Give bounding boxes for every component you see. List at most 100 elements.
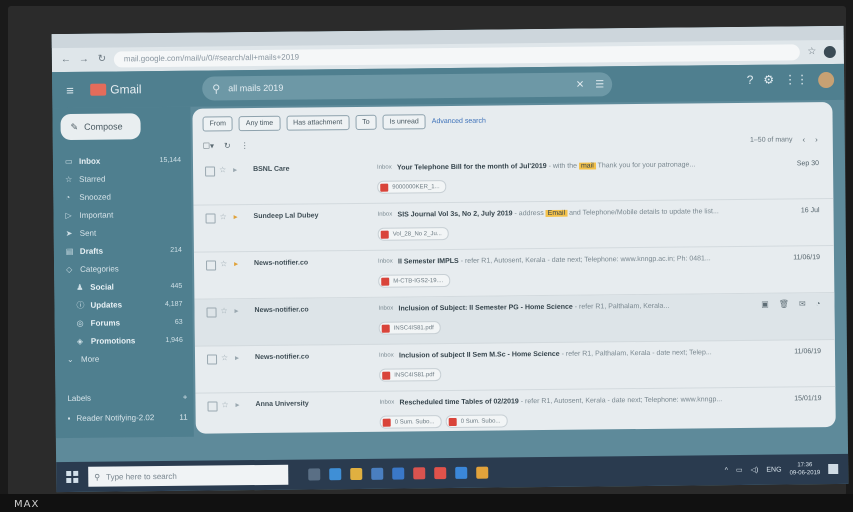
important-marker-icon[interactable]: ▸ — [233, 165, 237, 174]
back-icon[interactable]: ← — [60, 54, 72, 66]
refresh-icon[interactable]: ↻ — [224, 141, 231, 150]
archive-icon[interactable]: ▣ — [761, 300, 769, 309]
important-marker-icon[interactable]: ▸ — [233, 212, 237, 221]
attachment-chip[interactable]: 9000000KER_1... — [377, 180, 447, 194]
sidebar-item-categories[interactable]: ◇ Categories — [54, 259, 192, 278]
volume-icon[interactable]: ◁) — [751, 466, 759, 474]
search-input[interactable] — [226, 79, 531, 95]
help-icon[interactable]: ? — [747, 73, 754, 89]
task-view-icon[interactable] — [308, 468, 321, 481]
chip-from[interactable]: From — [202, 116, 233, 132]
mail-row[interactable]: ☆ ▸ News-notifier.co Inbox II Semester IMPLS… — [193, 245, 835, 300]
notification-icon[interactable] — [828, 463, 839, 475]
sidebar-item-inbox[interactable]: ▭ Inbox 15,144 — [53, 151, 191, 170]
search-options-icon[interactable]: ☰ — [595, 79, 604, 90]
next-page-icon[interactable]: › — [815, 135, 818, 144]
mail-row[interactable]: ☆ ▸ News-notifier.co Inbox Inclusion of subj… — [194, 339, 836, 394]
snooze-icon[interactable]: ◔ — [816, 299, 821, 308]
attachment-name: 9000000KER_1... — [392, 183, 440, 191]
shield-app-icon[interactable] — [434, 467, 447, 480]
taskbar-search[interactable]: ⚲ Type here to search — [88, 464, 289, 487]
file-explorer-icon[interactable] — [350, 467, 363, 481]
address-bar[interactable]: mail.google.com/mail/u/0/#search/all+mai… — [113, 44, 800, 68]
mail-row[interactable]: ☆ ▸ BSNL Care Inbox Your Telephone Bill for … — [192, 151, 834, 206]
row-checkbox[interactable] — [205, 213, 216, 224]
language-indicator[interactable]: ENG — [766, 466, 781, 473]
chip-has-attachment[interactable]: Has attachment — [286, 115, 350, 131]
prev-page-icon[interactable]: ‹ — [802, 135, 805, 144]
mail-row[interactable]: ☆ ▸ Anna University Inbox Rescheduled time T… — [195, 386, 836, 434]
taskbar-search-placeholder: Type here to search — [106, 471, 177, 482]
row-checkbox[interactable] — [205, 166, 216, 177]
sidebar-item-sent[interactable]: ➤ Sent — [54, 223, 192, 242]
chip-any-time[interactable]: Any time — [238, 115, 281, 132]
pdf-icon — [380, 183, 389, 192]
row-checkbox[interactable] — [206, 260, 217, 271]
chrome-2-icon[interactable] — [476, 466, 489, 479]
attachment-chip[interactable]: INSC4IS81.pdf — [379, 368, 442, 382]
add-label-icon[interactable]: + — [183, 393, 188, 402]
star-icon[interactable]: ☆ — [221, 400, 228, 409]
sidebar-item-starred[interactable]: ☆ Starred — [53, 169, 191, 188]
attachment-chip[interactable]: M-CTB-IGS2-19.... — [378, 273, 451, 288]
sidebar-item-more[interactable]: ⌄ More — [55, 349, 193, 368]
attachment-chip[interactable]: 0 Sum. Subo... — [445, 414, 508, 429]
star-icon[interactable]: ☆ — [220, 259, 227, 268]
attachment-chip[interactable]: INSC4IS81.pdf — [378, 321, 441, 335]
more-options-icon[interactable]: ⋮ — [241, 141, 249, 150]
delete-icon[interactable]: 🗑 — [779, 299, 789, 308]
row-checkbox[interactable] — [207, 401, 218, 412]
apps-grid-icon[interactable]: ⋮⋮ — [784, 72, 808, 88]
sidebar-item-updates[interactable]: ⓘ Updates 4,187 — [54, 295, 192, 314]
mail-app-icon[interactable] — [392, 467, 405, 480]
sidebar-item-important[interactable]: ▷ Important — [53, 205, 191, 224]
network-icon[interactable]: ▭ — [736, 466, 743, 474]
settings-gear-icon[interactable]: ⚙ — [763, 73, 774, 89]
sidebar-item-drafts[interactable]: ▤ Drafts 214 — [54, 241, 192, 260]
sidebar-label-item[interactable]: ▪ Reader Notifying-2.02 11 — [68, 413, 188, 423]
star-icon[interactable]: ☆ — [219, 165, 226, 174]
store-icon[interactable] — [371, 467, 384, 480]
mail-row[interactable]: ☆ ▸ Sundeep Lal Dubey Inbox SIS Journal Vol … — [193, 198, 834, 253]
mark-read-icon[interactable]: ✉ — [799, 299, 806, 308]
mail-snippet: - refer R1, Palthalam, Kerala... — [572, 302, 670, 311]
star-icon[interactable]: ☆ — [220, 306, 227, 315]
profile-icon[interactable] — [823, 45, 836, 59]
taskbar-clock[interactable]: 17:36 09-06-2019 — [789, 461, 821, 477]
important-marker-icon[interactable]: ▸ — [235, 353, 239, 362]
edge-icon[interactable] — [329, 468, 342, 481]
menu-icon[interactable]: ≡ — [66, 82, 84, 97]
forward-icon[interactable]: → — [78, 54, 90, 66]
clear-search-icon[interactable]: ✕ — [576, 79, 585, 90]
bell-app-icon[interactable] — [455, 466, 468, 479]
account-avatar[interactable] — [818, 71, 835, 89]
chip-is-unread[interactable]: Is unread — [382, 114, 426, 130]
important-marker-icon[interactable]: ▸ — [235, 400, 239, 409]
reload-icon[interactable]: ↻ — [96, 54, 108, 66]
mail-row[interactable]: ☆ ▸ News-notifier.co Inbox Inclusion of Subj… — [194, 292, 835, 347]
windows-start-icon[interactable] — [66, 470, 79, 484]
sidebar-item-snoozed[interactable]: ◔ Snoozed — [53, 187, 191, 206]
sidebar-item-promotions[interactable]: ◈ Promotions 1,946 — [55, 331, 193, 350]
bookmark-star-icon[interactable]: ☆ — [806, 46, 818, 58]
chip-to[interactable]: To — [355, 114, 377, 130]
sidebar-item-social[interactable]: ♟ Social 445 — [54, 277, 192, 296]
sidebar-item-forums[interactable]: ◎ Forums 63 — [55, 313, 193, 332]
mail-snippet: - refer R1, Palthalam, Kerala - date nex… — [559, 349, 712, 358]
row-checkbox[interactable] — [206, 354, 218, 365]
compose-button[interactable]: ✎ Compose — [60, 113, 141, 141]
star-icon[interactable]: ☆ — [221, 353, 228, 362]
draft-icon: ▤ — [65, 246, 74, 256]
gmail-logo[interactable]: Gmail — [90, 82, 142, 97]
attachment-chip[interactable]: 0 Sum. Subo... — [379, 415, 442, 429]
row-checkbox[interactable] — [206, 307, 217, 318]
attachment-chip[interactable]: Vol_28_No 2_Ju... — [377, 227, 449, 241]
star-icon[interactable]: ☆ — [219, 212, 226, 221]
important-marker-icon[interactable]: ▸ — [234, 306, 238, 315]
search-icon[interactable]: ⚲ — [212, 82, 220, 95]
important-marker-icon[interactable]: ▸ — [234, 259, 238, 268]
tray-chevron-icon[interactable]: ^ — [725, 467, 728, 474]
advanced-search-link[interactable]: Advanced search — [432, 118, 486, 126]
select-all-checkbox[interactable]: ☐▾ — [203, 141, 214, 150]
chrome-icon[interactable] — [413, 467, 426, 480]
